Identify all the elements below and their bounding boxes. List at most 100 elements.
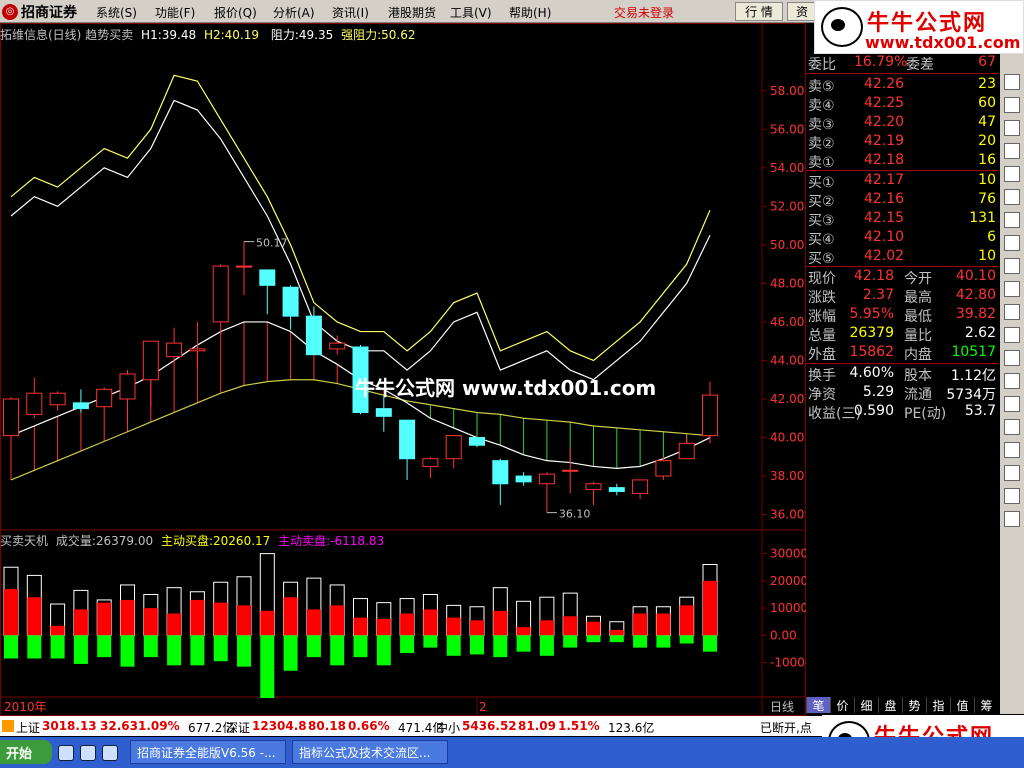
etf-icon[interactable] <box>1004 304 1020 320</box>
grid-icon[interactable] <box>1004 189 1020 205</box>
volume-buy-bar <box>609 629 624 636</box>
list-icon[interactable] <box>1004 143 1020 159</box>
app-logo: ◎ 招商证券 <box>2 3 77 21</box>
menu-analysis[interactable]: 分析(A) <box>273 4 315 21</box>
menu-system[interactable]: 系统(S) <box>96 4 137 21</box>
watermark-badge-top: 牛牛公式网 www.tdx001.com <box>814 0 1024 54</box>
side-tab[interactable]: 细 <box>854 697 878 713</box>
zx-amount: 123.6亿 <box>608 721 655 735</box>
candle-body <box>49 392 66 406</box>
start-button[interactable]: 开始 <box>0 740 52 764</box>
price-tick-label: 54.00 <box>770 161 804 175</box>
volume-tick-label: 30000 <box>770 547 806 561</box>
candle-body <box>3 398 19 437</box>
app-shortcut-icon[interactable] <box>102 745 118 761</box>
volume-buy-bar <box>73 609 88 636</box>
candle-body <box>562 469 579 472</box>
bid-row: 买② 42.16 76 <box>806 191 998 210</box>
move-icon[interactable] <box>1004 465 1020 481</box>
price-tick-label: 46.00 <box>770 315 804 329</box>
ask-label: 卖③ <box>808 117 835 133</box>
menu-quote[interactable]: 报价(Q) <box>214 4 257 21</box>
menu-help[interactable]: 帮助(H) <box>509 4 551 21</box>
menu-tools[interactable]: 工具(V) <box>450 4 492 21</box>
quote-label: 总量 <box>808 328 836 344</box>
table-icon[interactable] <box>1004 166 1020 182</box>
volume-buy-bar <box>376 619 391 636</box>
trade-button[interactable]: 资 <box>787 2 817 21</box>
volume-buy-bar <box>143 608 158 636</box>
up-arrow-icon[interactable] <box>1004 488 1020 504</box>
bid-row: 买③ 42.15 131 <box>806 210 998 229</box>
search-icon[interactable] <box>1004 419 1020 435</box>
f10-icon[interactable] <box>1004 281 1020 297</box>
bid-volume: 6 <box>987 229 996 245</box>
pencil-icon[interactable] <box>1004 442 1020 458</box>
taskbar: 开始 招商证券全能版V6.56 -... 指标公式及技术交流区... <box>0 737 1024 768</box>
info-icon[interactable] <box>1004 212 1020 228</box>
bid-price: 42.17 <box>864 172 905 188</box>
volume-buy-bar <box>633 613 648 636</box>
volume-buy-bar <box>50 625 65 636</box>
side-tab[interactable]: 筹 <box>974 697 998 713</box>
bar-icon[interactable] <box>1004 120 1020 136</box>
volume-buy-bar <box>213 602 228 636</box>
chart-area[interactable]: 58.00 56.00 54.00 52.00 50.00 48.00 46.00 44.00… <box>0 23 806 716</box>
sz-value: 12304.8 <box>252 719 307 733</box>
divider <box>806 363 998 364</box>
quote-value: 42.18 <box>853 268 894 284</box>
desktop-icon[interactable] <box>80 745 96 761</box>
taskbar-item-app[interactable]: 招商证券全能版V6.56 -... <box>130 740 286 764</box>
quote-row: 总量 26379 量比 2.62 <box>806 325 998 344</box>
rotate-icon[interactable] <box>1004 258 1020 274</box>
line-icon[interactable] <box>1004 97 1020 113</box>
window-icon[interactable] <box>1004 396 1020 412</box>
quote-button[interactable]: 行 情 <box>735 2 783 21</box>
side-tab[interactable]: 指 <box>926 697 950 713</box>
volume-buy-bar <box>446 617 461 636</box>
zx-label[interactable]: 中小 <box>436 719 460 736</box>
price-tick-label: 42.00 <box>770 392 804 406</box>
side-tab[interactable]: 价 <box>830 697 854 713</box>
volume-buy-bar <box>167 613 182 636</box>
sh-label[interactable]: 上证 <box>16 719 40 736</box>
bid-volume: 131 <box>969 210 996 226</box>
volume-sell-bar <box>470 635 484 655</box>
quote-value: 42.80 <box>955 287 996 303</box>
side-tab[interactable]: 值 <box>950 697 974 713</box>
login-status[interactable]: 交易未登录 <box>614 4 674 21</box>
vol-indicator-name: 买卖天机 <box>0 534 49 548</box>
menu-function[interactable]: 功能(F) <box>155 4 195 21</box>
ie-icon[interactable] <box>58 745 74 761</box>
menu-news[interactable]: 资讯(I) <box>332 4 369 21</box>
taskbar-item-forum[interactable]: 指标公式及技术交流区... <box>292 740 448 764</box>
money-icon[interactable] <box>1004 235 1020 251</box>
bid-volume: 10 <box>978 172 996 188</box>
stack-icon[interactable] <box>1004 373 1020 389</box>
ask-row: 卖⑤ 42.26 23 <box>806 76 998 95</box>
ask-volume: 20 <box>978 133 996 149</box>
app-logo-icon: ◎ <box>2 3 18 20</box>
chart-icon[interactable] <box>1004 74 1020 90</box>
wave-icon[interactable] <box>1004 327 1020 343</box>
quote-panel: 委比 16.79% 委差 67 卖⑤ 42.26 23 卖④ 42.25 60 卖③ 42.2… <box>806 54 998 696</box>
rsi-icon[interactable] <box>1004 350 1020 366</box>
volume-sell-bar <box>539 635 554 656</box>
candle-body <box>329 342 346 350</box>
volume-sell-bar <box>353 635 368 658</box>
quote-row: 涨幅 5.95% 最低 39.82 <box>806 306 998 325</box>
down-arrow-icon[interactable] <box>1004 511 1020 527</box>
candle-body <box>305 315 322 356</box>
bid-label: 买④ <box>808 232 835 248</box>
menu-hk-futures[interactable]: 港股期货 <box>388 4 436 21</box>
side-tab[interactable]: 盘 <box>878 697 902 713</box>
ask-row: 卖③ 42.20 47 <box>806 114 998 133</box>
volume-sell-bar <box>97 635 112 658</box>
bid-volume: 10 <box>978 248 996 264</box>
side-tab[interactable]: 势 <box>902 697 926 713</box>
side-tab[interactable]: 笔 <box>806 697 830 713</box>
sz-label[interactable]: 深证 <box>226 719 250 736</box>
candle-body <box>142 340 159 381</box>
vol-sell: 主动卖盘:-6118.83 <box>278 534 385 548</box>
volume-tick-label: 20000 <box>770 574 806 588</box>
